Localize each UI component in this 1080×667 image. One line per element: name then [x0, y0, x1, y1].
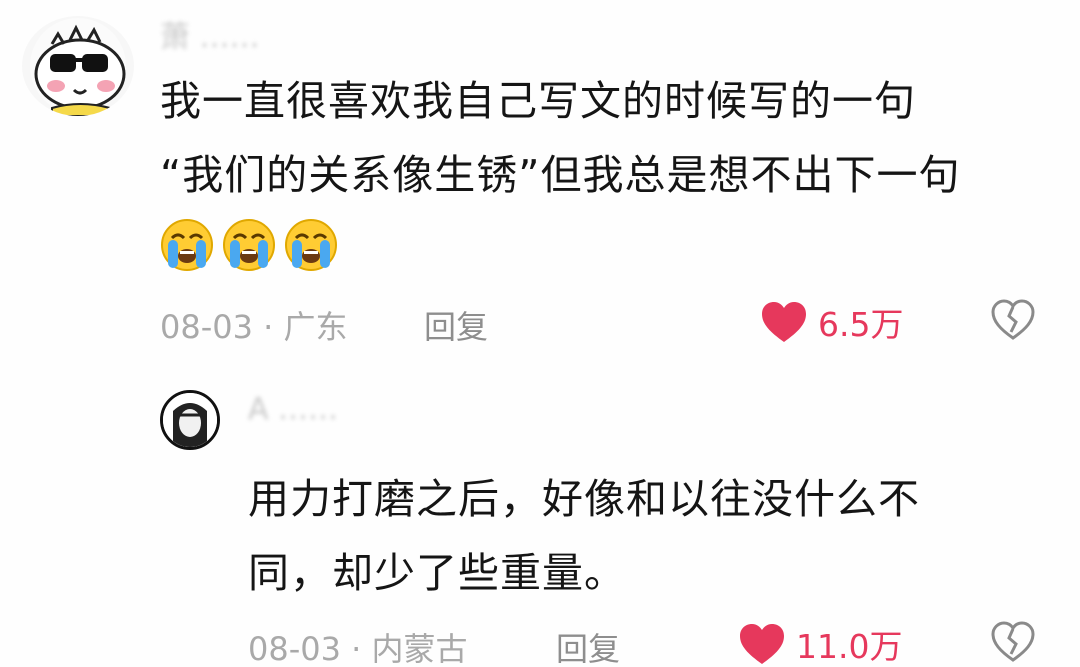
emoji-row [160, 218, 338, 272]
loudly-crying-face-icon [161, 219, 213, 271]
commenter-username[interactable]: 萧 …… [160, 12, 260, 56]
reply-date-location: 08-03 · 内蒙古 [248, 630, 468, 667]
replier-avatar[interactable] [160, 390, 220, 450]
dislike-broken-heart-icon[interactable] [990, 298, 1036, 342]
comment-text-line-2: “我们的关系像生锈”但我总是想不出下一句 [160, 151, 961, 199]
comment-date-location: 08-03 · 广东 [160, 308, 348, 346]
comment-reply-button[interactable]: 回复 [424, 302, 488, 348]
comment-text-line-1: 我一直很喜欢我自己写文的时候写的一句 [160, 77, 916, 125]
comment-thread: 萧 …… 我一直很喜欢我自己写文的时候写的一句 “我们的关系像生锈”但我总是想不… [0, 0, 1080, 667]
heart-icon [740, 624, 784, 664]
reply-text-line-1: 用力打磨之后，好像和以往没什么不 [248, 475, 920, 523]
reply-like-button[interactable]: 11.0万 [738, 620, 902, 667]
reply-text-line-2: 同，却少了些重量。 [248, 549, 626, 597]
dislike-broken-heart-icon[interactable] [990, 620, 1036, 664]
comment-like-count: 6.5万 [818, 305, 904, 344]
loudly-crying-face-icon [223, 219, 275, 271]
heart-icon [762, 302, 806, 342]
reply-reply-button[interactable]: 回复 [556, 624, 620, 667]
reply-like-count: 11.0万 [796, 627, 903, 666]
replier-username[interactable]: A …… [248, 392, 338, 427]
comment-like-button[interactable]: 6.5万 [760, 298, 903, 346]
loudly-crying-face-icon [285, 219, 337, 271]
commenter-avatar[interactable] [22, 16, 134, 116]
